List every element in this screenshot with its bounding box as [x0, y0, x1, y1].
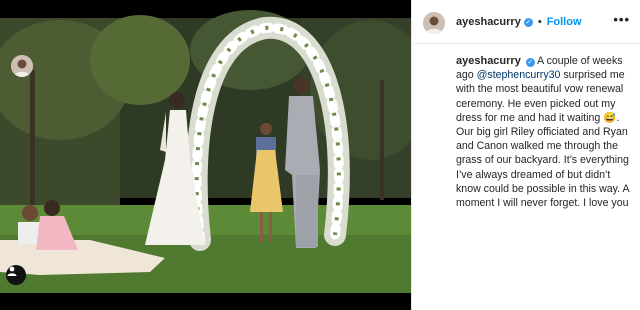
- caption-verified-badge-icon: ✓: [525, 58, 535, 67]
- verified-badge-icon: ✓: [523, 17, 533, 27]
- more-options-icon[interactable]: •••: [613, 12, 630, 27]
- post-author-username[interactable]: ayeshacurry: [456, 16, 521, 28]
- header-separator: •: [537, 16, 542, 28]
- caption-avatar[interactable]: [11, 55, 33, 77]
- follow-button[interactable]: Follow: [547, 16, 582, 28]
- wedding-photo-image: [0, 0, 411, 310]
- avatar[interactable]: [423, 12, 445, 34]
- caption-username[interactable]: ayeshacurry: [456, 55, 521, 67]
- caption-mention-link[interactable]: @stephencurry30: [477, 69, 561, 81]
- caption-text-rest: surprised me with the most beautiful vow…: [456, 69, 629, 210]
- post-photo[interactable]: [0, 0, 411, 310]
- post-caption: ayeshacurry ✓ A couple of weeks ago @ste…: [456, 54, 634, 210]
- post-header: ayeshacurry ✓ • Follow •••: [412, 0, 640, 44]
- user-tag-icon[interactable]: [6, 265, 26, 285]
- panel-divider: [411, 0, 412, 310]
